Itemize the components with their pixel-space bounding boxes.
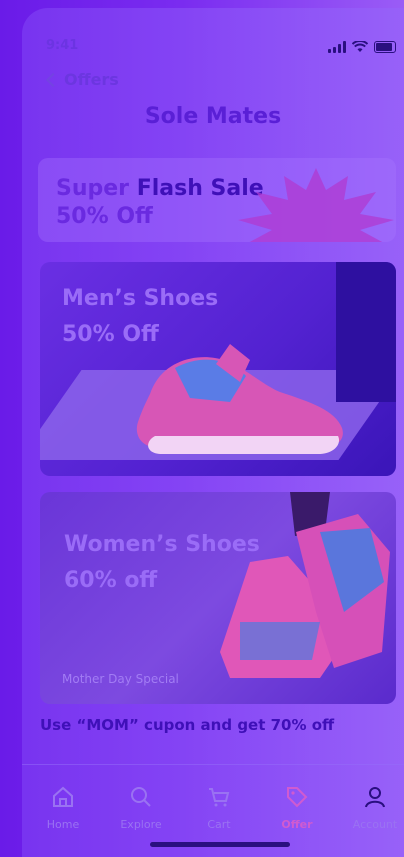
burst-icon bbox=[238, 168, 394, 242]
status-icons bbox=[328, 41, 396, 53]
phone-screen: 9:41 Offers Sole Mates Super Flash Sale … bbox=[22, 8, 404, 857]
back-button[interactable]: Offers bbox=[45, 70, 119, 89]
tab-offer[interactable]: Offer bbox=[262, 785, 332, 831]
home-indicator bbox=[150, 842, 290, 847]
tab-account[interactable]: Account bbox=[340, 785, 404, 831]
wifi-icon bbox=[352, 41, 368, 52]
flash-sale-banner[interactable]: Super Flash Sale 50% Off bbox=[38, 158, 396, 242]
page-title: Sole Mates bbox=[144, 104, 282, 129]
womens-shoes-card[interactable]: Women’s Shoes 60% off Mother Day Special bbox=[40, 492, 396, 704]
tab-account-label: Account bbox=[352, 818, 398, 831]
tab-home-label: Home bbox=[46, 818, 80, 831]
flash-sale-discount: 50% Off bbox=[56, 204, 153, 229]
signal-icon bbox=[328, 41, 346, 53]
tab-explore-label: Explore bbox=[120, 818, 162, 831]
tab-cart-label: Cart bbox=[207, 818, 231, 831]
search-icon bbox=[131, 787, 151, 807]
coupon-promo-text: Use “MOM” cupon and get 70% off bbox=[40, 716, 335, 734]
chevron-left-icon bbox=[45, 72, 61, 87]
mens-shoes-card[interactable]: Men’s Shoes 50% Off bbox=[40, 262, 396, 476]
womens-shoes-title: Women’s Shoes bbox=[64, 532, 260, 557]
battery-icon bbox=[374, 41, 396, 53]
tab-explore[interactable]: Explore bbox=[106, 785, 176, 831]
mothers-day-tag: Mother Day Special bbox=[62, 672, 179, 686]
back-label: Offers bbox=[64, 70, 119, 89]
home-icon bbox=[53, 786, 73, 807]
flash-sale-title-part1: Super bbox=[56, 176, 137, 201]
user-icon bbox=[365, 787, 385, 808]
mens-shoes-title: Men’s Shoes bbox=[62, 286, 219, 311]
womens-shoes-discount: 60% off bbox=[64, 568, 158, 593]
tag-icon bbox=[287, 787, 308, 808]
tab-home[interactable]: Home bbox=[28, 785, 98, 831]
cart-icon bbox=[209, 788, 230, 807]
tab-bar: Home Explore Cart Offer Account bbox=[22, 764, 404, 857]
flash-sale-title: Super Flash Sale bbox=[56, 176, 264, 201]
status-time: 9:41 bbox=[46, 38, 79, 53]
status-bar: 9:41 bbox=[22, 38, 404, 58]
mens-shoes-discount: 50% Off bbox=[62, 322, 159, 347]
tab-offer-label: Offer bbox=[281, 818, 313, 831]
tab-cart[interactable]: Cart bbox=[184, 785, 254, 831]
